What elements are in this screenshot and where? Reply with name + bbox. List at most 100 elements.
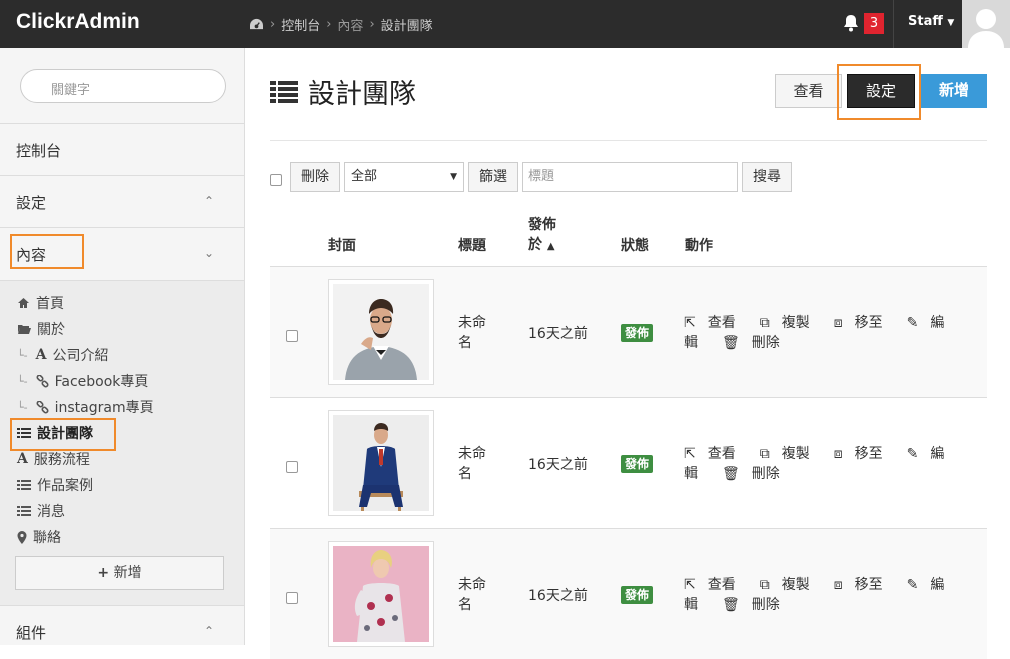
title-search-input[interactable]: 標題	[522, 162, 738, 192]
sort-asc-icon: ▲	[546, 241, 555, 252]
sidebar-item-instagram[interactable]: └- instagram專頁	[17, 396, 154, 418]
link-icon	[36, 374, 49, 388]
row-checkbox[interactable]	[286, 330, 298, 342]
notification-count-badge[interactable]: 3	[864, 13, 884, 34]
map-marker-icon	[17, 530, 27, 544]
caret-down-icon: ▼	[450, 172, 457, 182]
column-header-published[interactable]: 發佈於 ▲	[528, 215, 566, 257]
view-action[interactable]: ⇱ 查看	[684, 446, 748, 462]
trash-icon: 🗑	[722, 597, 740, 613]
highlight-box	[10, 234, 84, 269]
filter-button[interactable]: 篩選	[468, 162, 518, 192]
column-header-actions: 動作	[685, 238, 713, 254]
search-button[interactable]: 搜尋	[742, 162, 792, 192]
move-icon: ⧈	[833, 577, 843, 593]
sidebar-section-label: 設定	[16, 194, 47, 212]
chevron-up-icon: ⌃	[203, 624, 214, 638]
sidebar-item-home[interactable]: 首頁	[17, 292, 64, 314]
filter-select[interactable]: 全部 ▼	[344, 162, 464, 192]
brand-logo[interactable]: ClickrAdmin	[16, 10, 140, 34]
sidebar-item-contact[interactable]: 聯絡	[17, 526, 61, 548]
row-title[interactable]: 未命名	[458, 575, 492, 615]
sidebar-section-components[interactable]: 組件 ⌃	[0, 605, 244, 657]
row-checkbox[interactable]	[286, 461, 298, 473]
row-title[interactable]: 未命名	[458, 444, 492, 484]
copy-action[interactable]: ⧉ 複製	[760, 446, 822, 462]
sidebar-item-news[interactable]: 消息	[17, 500, 65, 522]
sidebar-section-dashboard[interactable]: 控制台	[0, 123, 244, 175]
chevron-right-icon: ›	[270, 17, 276, 32]
page-title-text: 設計團隊	[308, 79, 416, 110]
delete-action[interactable]: 🗑 刪除	[722, 335, 792, 351]
sidebar-item-about[interactable]: 關於	[17, 318, 65, 340]
move-action[interactable]: ⧈ 移至	[834, 315, 895, 331]
action-label: 複製	[781, 577, 810, 593]
move-action[interactable]: ⧈ 移至	[834, 446, 895, 462]
top-navbar: ClickrAdmin › 控制台 › 內容 › 設計團隊 3 Staff ▼	[0, 0, 1010, 48]
external-link-icon: ⇱	[684, 577, 696, 593]
sidebar-item-company[interactable]: └- A 公司介紹	[17, 344, 108, 366]
user-menu[interactable]: Staff ▼	[908, 14, 954, 29]
column-header-status[interactable]: 狀態	[621, 235, 649, 255]
action-label: 複製	[781, 315, 810, 331]
row-published: 16天之前	[528, 326, 588, 342]
action-label: 複製	[781, 446, 810, 462]
cover-thumbnail[interactable]	[328, 541, 434, 647]
sidebar-item-portfolio[interactable]: 作品案例	[17, 474, 93, 496]
sidebar-section-label: 控制台	[16, 142, 62, 160]
external-link-icon: ⇱	[684, 315, 696, 331]
list-icon	[17, 480, 31, 490]
list-icon	[270, 80, 298, 103]
action-label: 移至	[854, 577, 883, 593]
copy-action[interactable]: ⧉ 複製	[760, 315, 822, 331]
action-label: 查看	[707, 577, 736, 593]
row-actions: ⇱ 查看 ⧉ 複製 ⧈ 移至 ✎ 編輯 🗑 刪除	[684, 575, 974, 615]
action-label: 查看	[707, 315, 736, 331]
table-row: 未命名 16天之前 發佈 ⇱ 查看 ⧉ 複製 ⧈ 移至 ✎ 編輯 🗑 刪除	[270, 397, 987, 528]
row-title[interactable]: 未命名	[458, 313, 492, 353]
avatar[interactable]	[962, 0, 1010, 48]
new-button[interactable]: 新增	[921, 74, 987, 108]
row-actions: ⇱ 查看 ⧉ 複製 ⧈ 移至 ✎ 編輯 🗑 刪除	[684, 313, 974, 353]
sidebar-item-process[interactable]: A 服務流程	[17, 448, 90, 470]
action-label: 刪除	[751, 466, 780, 482]
sidebar-section-label: 組件	[16, 624, 47, 642]
delete-action[interactable]: 🗑 刪除	[722, 597, 792, 613]
font-icon: A	[17, 451, 28, 467]
sidebar-item-label: 服務流程	[33, 452, 90, 468]
delete-button[interactable]: 刪除	[290, 162, 340, 192]
column-header-title[interactable]: 標題	[458, 235, 486, 255]
edit-icon: ✎	[906, 446, 919, 462]
breadcrumb-item[interactable]: 控制台	[281, 15, 320, 34]
sidebar-item-label: 首頁	[36, 296, 64, 312]
chevron-down-icon: ⌄	[203, 246, 214, 260]
sidebar-item-label: 公司介紹	[52, 348, 109, 364]
bell-icon[interactable]	[843, 14, 859, 32]
caret-down-icon: ▼	[947, 18, 955, 28]
row-checkbox[interactable]	[286, 592, 298, 604]
divider	[270, 140, 987, 141]
copy-action[interactable]: ⧉ 複製	[760, 577, 822, 593]
breadcrumb-item[interactable]: 內容	[337, 15, 363, 34]
move-action[interactable]: ⧈ 移至	[834, 577, 895, 593]
sidebar-item-label: instagram專頁	[54, 400, 154, 416]
cover-thumbnail[interactable]	[328, 410, 434, 516]
cover-thumbnail[interactable]	[328, 279, 434, 385]
plus-icon: +	[97, 565, 110, 581]
sidebar-item-label: 關於	[37, 322, 65, 338]
view-action[interactable]: ⇱ 查看	[684, 315, 748, 331]
select-all-checkbox[interactable]	[270, 174, 282, 186]
add-page-button[interactable]: + 新增	[15, 556, 224, 590]
delete-action[interactable]: 🗑 刪除	[722, 466, 792, 482]
search-input[interactable]: 關鍵字	[20, 69, 226, 103]
sidebar-item-label: Facebook專頁	[54, 374, 149, 390]
view-action[interactable]: ⇱ 查看	[684, 577, 748, 593]
folder-open-icon	[18, 325, 31, 334]
copy-icon: ⧉	[759, 446, 770, 462]
filter-select-value: 全部	[351, 169, 378, 184]
move-icon: ⧈	[833, 446, 843, 462]
view-button[interactable]: 查看	[775, 74, 842, 108]
trash-icon: 🗑	[722, 466, 740, 482]
sidebar-item-facebook[interactable]: └- Facebook專頁	[17, 370, 148, 392]
sidebar-section-settings[interactable]: 設定 ⌃	[0, 175, 244, 227]
